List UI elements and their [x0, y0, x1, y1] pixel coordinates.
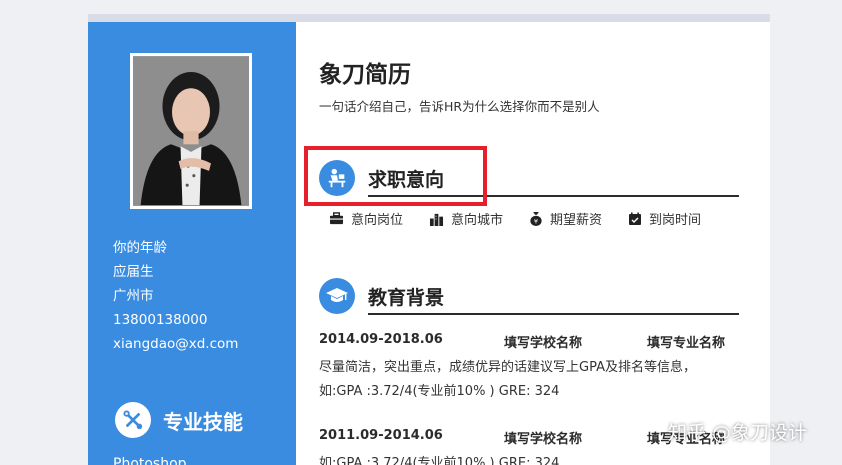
education-divider	[368, 313, 739, 315]
education-major[interactable]: 填写专业名称	[647, 332, 725, 351]
city-icon	[429, 212, 444, 226]
education-detail: 如:GPA :3.72/4(专业前10% ) GRE: 324	[319, 456, 560, 465]
skills-title: 专业技能	[163, 409, 243, 434]
resume-page: 你的年龄 应届生 广州市 13800138000 xiangdao@xd.com…	[88, 14, 770, 465]
education-school[interactable]: 填写学校名称	[504, 428, 582, 447]
highlight-box	[304, 146, 487, 206]
intent-start-date[interactable]: 到岗时间	[628, 209, 701, 228]
profile-photo-image	[133, 56, 249, 206]
intent-city[interactable]: 意向城市	[429, 209, 503, 228]
intent-items: 意向岗位 意向城市 ¥ 期望薪资 到岗时间	[329, 209, 727, 228]
personal-info: 你的年龄 应届生 广州市 13800138000 xiangdao@xd.com	[113, 236, 238, 356]
svg-text:¥: ¥	[534, 218, 538, 226]
info-city: 广州市	[113, 288, 154, 304]
education-title: 教育背景	[368, 287, 445, 309]
education-detail: 尽量简洁，突出重点，成绩优异的话建议写上GPA及排名等信息，	[319, 360, 696, 375]
watermark: 知乎 @象刀设计	[668, 422, 808, 444]
skill-item: Photoshop	[113, 456, 187, 465]
intent-position-label: 意向岗位	[351, 213, 404, 228]
education-section-header: 教育背景	[319, 276, 739, 316]
info-age: 你的年龄	[113, 240, 167, 256]
education-detail: 如:GPA :3.72/4(专业前10% ) GRE: 324	[319, 384, 560, 399]
intent-salary[interactable]: ¥ 期望薪资	[529, 209, 602, 228]
money-bag-icon: ¥	[529, 211, 543, 226]
graduation-cap-icon	[319, 278, 355, 314]
info-phone[interactable]: 13800138000	[113, 308, 238, 332]
profile-photo	[130, 53, 252, 209]
intent-salary-label: 期望薪资	[550, 213, 603, 228]
education-date: 2011.09-2014.06	[319, 428, 443, 443]
intent-city-label: 意向城市	[451, 213, 504, 228]
calendar-icon	[628, 212, 642, 226]
education-date: 2014.09-2018.06	[319, 332, 443, 347]
info-status: 应届生	[113, 264, 154, 280]
resume-sidebar: 你的年龄 应届生 广州市 13800138000 xiangdao@xd.com…	[88, 22, 296, 465]
tagline: 一句话介绍自己，告诉HR为什么选择你而不是别人	[319, 99, 600, 114]
resume-main: 象刀简历 一句话介绍自己，告诉HR为什么选择你而不是别人 求职意向 意向岗位 意…	[296, 22, 770, 465]
intent-start-date-label: 到岗时间	[649, 213, 702, 228]
skills-section-header: 专业技能	[115, 402, 243, 438]
intent-position[interactable]: 意向岗位	[329, 209, 403, 228]
briefcase-icon	[329, 212, 344, 225]
tools-icon	[115, 402, 151, 438]
education-school[interactable]: 填写学校名称	[504, 332, 582, 351]
page-title: 象刀简历	[319, 62, 411, 88]
info-email[interactable]: xiangdao@xd.com	[113, 332, 238, 356]
